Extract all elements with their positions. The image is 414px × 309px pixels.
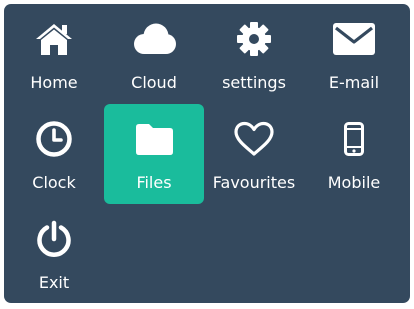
menu-item-cloud[interactable]: Cloud — [104, 4, 204, 104]
menu-item-email[interactable]: E-mail — [304, 4, 404, 104]
menu-panel: Home Cloud settings E-mail Clock Files F… — [4, 4, 410, 303]
gear-icon — [204, 4, 304, 74]
menu-item-files[interactable]: Files — [104, 104, 204, 204]
menu-item-exit[interactable]: Exit — [4, 204, 104, 304]
power-icon — [4, 204, 104, 274]
menu-item-favourites[interactable]: Favourites — [204, 104, 304, 204]
folder-icon — [104, 104, 204, 174]
heart-icon — [204, 104, 304, 174]
menu-item-home[interactable]: Home — [4, 4, 104, 104]
cloud-icon — [104, 4, 204, 74]
menu-item-mobile[interactable]: Mobile — [304, 104, 404, 204]
menu-item-settings[interactable]: settings — [204, 4, 304, 104]
home-icon — [4, 4, 104, 74]
menu-item-label: Exit — [38, 273, 70, 292]
menu-item-label: Mobile — [327, 173, 381, 192]
menu-item-clock[interactable]: Clock — [4, 104, 104, 204]
clock-icon — [4, 104, 104, 174]
mobile-phone-icon — [304, 104, 404, 174]
menu-item-label: E-mail — [328, 73, 380, 92]
envelope-icon — [304, 4, 404, 74]
